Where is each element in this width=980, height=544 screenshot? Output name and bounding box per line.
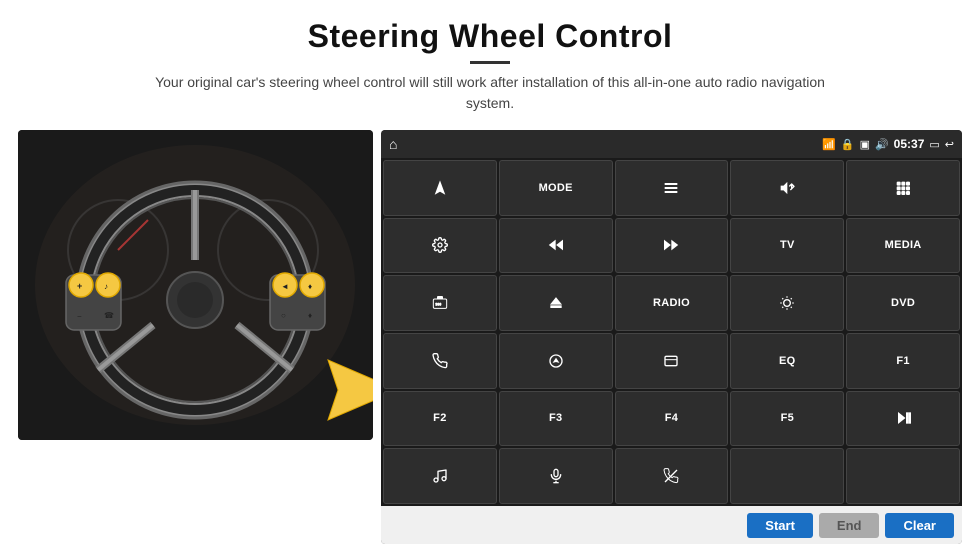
button-grid: MODE TV	[381, 158, 962, 506]
header-section: Steering Wheel Control Your original car…	[0, 0, 980, 120]
clear-button[interactable]: Clear	[885, 513, 954, 538]
btn-eject[interactable]	[499, 275, 613, 331]
start-button[interactable]: Start	[747, 513, 813, 538]
status-icons: 📶 🔒 ▣ 🔊 05:37 ▭ ↩	[822, 137, 954, 151]
content-section: + ♪ − ☎ ◄ ♦ ○ ♦ ⌂ 📶	[0, 120, 980, 544]
page-title: Steering Wheel Control	[20, 18, 960, 55]
lock-icon: 🔒	[841, 138, 855, 151]
btn-mute-call[interactable]	[615, 448, 729, 504]
svg-text:♪: ♪	[104, 282, 108, 291]
btn-microphone[interactable]	[499, 448, 613, 504]
btn-list[interactable]	[615, 160, 729, 216]
header-divider	[470, 61, 510, 64]
steering-wheel-image: + ♪ − ☎ ◄ ♦ ○ ♦	[18, 130, 373, 440]
bluetooth-icon: 🔊	[875, 138, 889, 151]
action-bar: Start End Clear	[381, 506, 962, 544]
btn-rewind[interactable]	[499, 218, 613, 274]
btn-media[interactable]: MEDIA	[846, 218, 960, 274]
btn-phone[interactable]	[383, 333, 497, 389]
btn-f4[interactable]: F4	[615, 391, 729, 447]
btn-music[interactable]	[383, 448, 497, 504]
head-unit-panel: ⌂ 📶 🔒 ▣ 🔊 05:37 ▭ ↩ MODE	[381, 130, 962, 544]
wifi-icon: 📶	[822, 138, 836, 151]
btn-play-pause[interactable]	[846, 391, 960, 447]
btn-empty-2	[846, 448, 960, 504]
btn-apps[interactable]	[846, 160, 960, 216]
page: Steering Wheel Control Your original car…	[0, 0, 980, 544]
btn-f1[interactable]: F1	[846, 333, 960, 389]
btn-f3[interactable]: F3	[499, 391, 613, 447]
btn-dvd[interactable]: DVD	[846, 275, 960, 331]
back-icon: ↩	[945, 138, 954, 151]
screen-icon: ▭	[929, 138, 939, 151]
btn-tv[interactable]: TV	[730, 218, 844, 274]
btn-navigation[interactable]	[499, 333, 613, 389]
end-button[interactable]: End	[819, 513, 880, 538]
svg-text:☎: ☎	[104, 311, 114, 320]
svg-text:♦: ♦	[308, 282, 312, 291]
svg-text:♦: ♦	[308, 311, 312, 320]
btn-brightness[interactable]	[730, 275, 844, 331]
svg-text:+: +	[77, 281, 82, 291]
btn-window[interactable]	[615, 333, 729, 389]
btn-empty-1	[730, 448, 844, 504]
btn-volume-mute[interactable]	[730, 160, 844, 216]
status-time: 05:37	[894, 137, 925, 151]
svg-text:−: −	[77, 312, 82, 321]
status-bar: ⌂ 📶 🔒 ▣ 🔊 05:37 ▭ ↩	[381, 130, 962, 158]
btn-settings[interactable]	[383, 218, 497, 274]
btn-mode[interactable]: MODE	[499, 160, 613, 216]
btn-radio[interactable]: RADIO	[615, 275, 729, 331]
btn-fast-forward[interactable]	[615, 218, 729, 274]
btn-360cam[interactable]: 360	[383, 275, 497, 331]
header-description: Your original car's steering wheel contr…	[140, 72, 840, 114]
btn-nav-arrow[interactable]	[383, 160, 497, 216]
btn-f2[interactable]: F2	[383, 391, 497, 447]
home-icon: ⌂	[389, 136, 397, 152]
btn-eq[interactable]: EQ	[730, 333, 844, 389]
svg-text:◄: ◄	[281, 282, 289, 291]
sd-icon: ▣	[860, 138, 870, 151]
svg-text:○: ○	[281, 311, 286, 320]
btn-f5[interactable]: F5	[730, 391, 844, 447]
svg-text:360: 360	[435, 303, 441, 307]
